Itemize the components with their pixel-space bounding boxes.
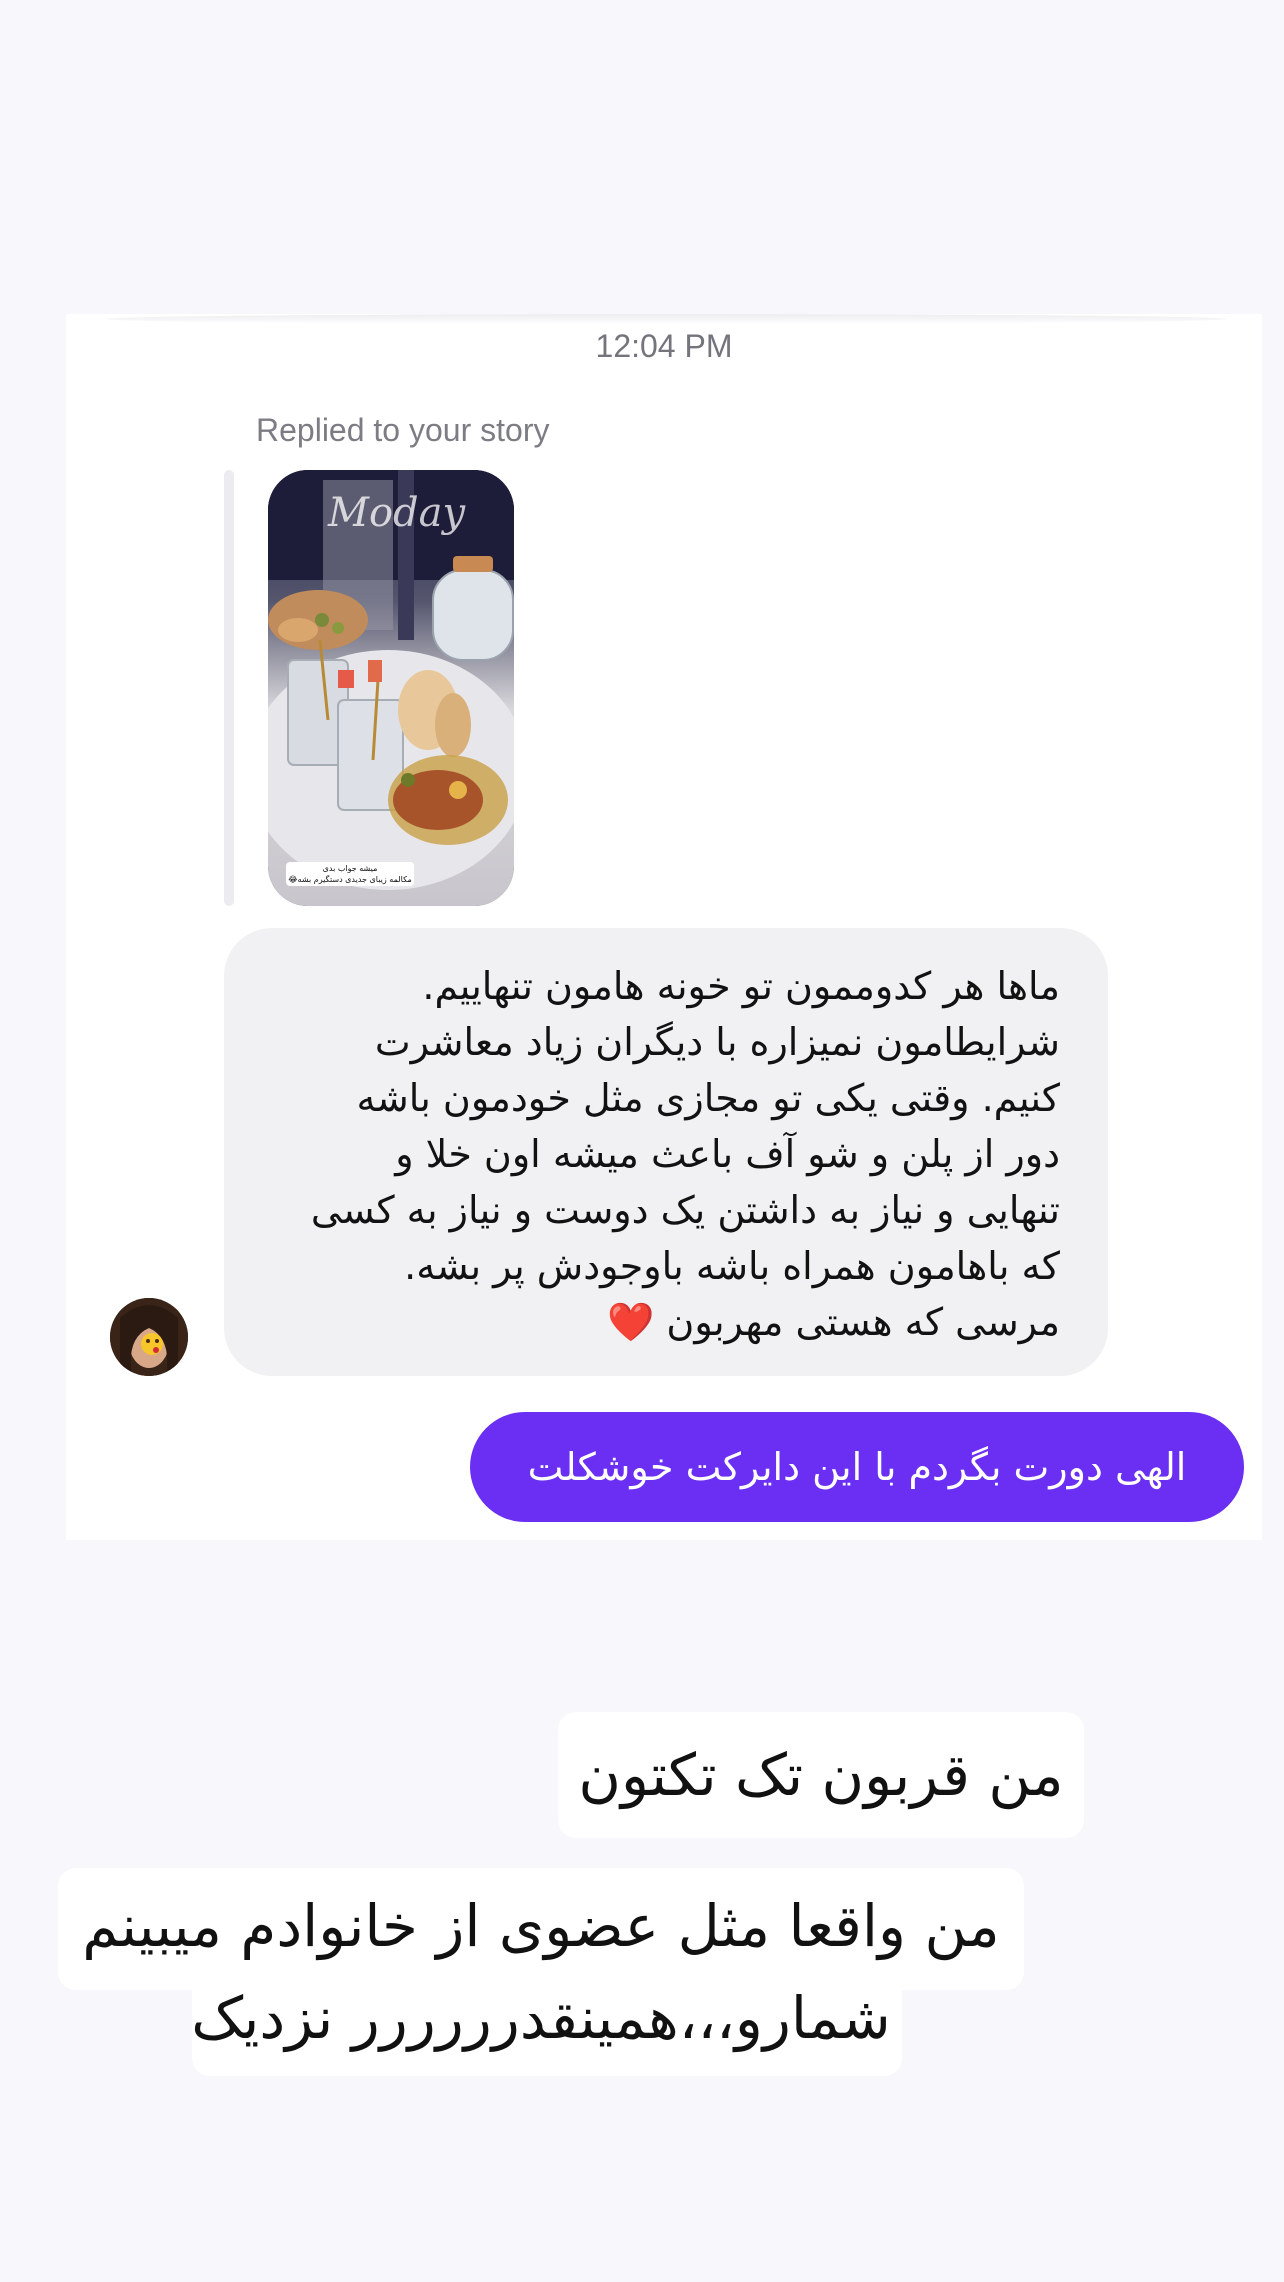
text-sticker-line-2: من واقعا مثل عضوی از خانوادم میبینم شمار… (82, 1892, 1000, 2052)
avatar-icon (110, 1298, 188, 1376)
sent-message-bubble[interactable]: الهی دورت بگردم با این دایرکت خوشکلت (470, 1412, 1244, 1522)
reply-quote-bar (224, 470, 234, 906)
story-thumbnail[interactable]: Moday میشه جواب بدی مکالمه زیبای جدیدی د… (268, 470, 514, 906)
sender-avatar[interactable] (110, 1298, 188, 1376)
card-top-shadow (106, 314, 1226, 324)
text-sticker-line-1: من قربون تک تکتون (558, 1712, 1084, 1838)
story-caption: میشه جواب بدی مکالمه زیبای جدیدی دستگیرم… (286, 862, 414, 886)
received-message-text: ماها هر کدوممون تو خونه هامون تنهاییم. ش… (310, 964, 1060, 1344)
message-timestamp: 12:04 PM (595, 328, 733, 364)
story-brand-text: Moday (328, 490, 466, 536)
chat-screenshot-card: 12:04 PM Replied to your story Moday میش… (66, 314, 1262, 1540)
received-message-bubble[interactable]: ماها هر کدوممون تو خونه هامون تنهاییم. ش… (224, 928, 1108, 1376)
story-reply-label: Replied to your story (256, 412, 550, 448)
